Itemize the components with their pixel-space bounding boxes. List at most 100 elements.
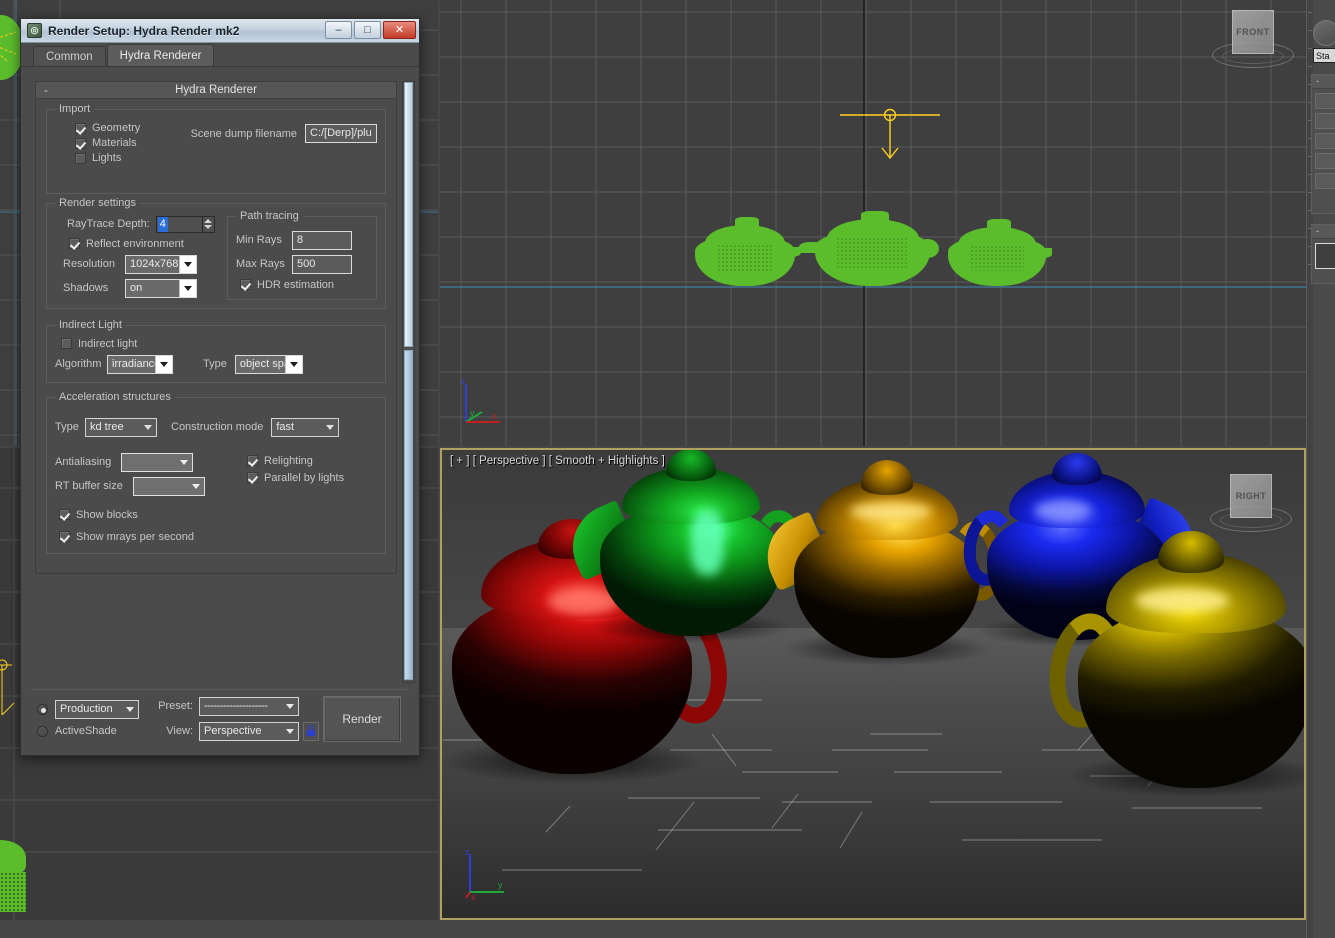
chevron-down-icon[interactable]	[175, 454, 192, 471]
olive-teapot[interactable]	[1078, 538, 1306, 788]
dialog-scrollbar[interactable]	[402, 81, 415, 683]
hdr-estimation-checkbox[interactable]: HDR estimation	[240, 279, 334, 291]
raytrace-depth-spinner[interactable]: 4	[156, 216, 215, 233]
scene-dump-filename-input[interactable]: C:/[Derp]/plu	[305, 124, 377, 143]
preset-value: --------------------	[200, 698, 281, 715]
chevron-down-icon[interactable]	[179, 256, 196, 273]
chevron-down-icon[interactable]	[121, 701, 138, 718]
rollout-row[interactable]	[1315, 133, 1335, 149]
acceleration-type-value: kd tree	[86, 419, 139, 436]
chevron-down-icon[interactable]	[179, 280, 196, 297]
rollout-row[interactable]	[1315, 113, 1335, 129]
materials-checkbox[interactable]: Materials	[75, 137, 137, 149]
chevron-down-icon[interactable]	[281, 723, 298, 740]
indirect-light-label: Indirect light	[78, 338, 137, 350]
teapot-highlight	[691, 510, 724, 575]
rollout-row[interactable]	[1315, 153, 1335, 169]
viewport-perspective[interactable]: [ + ] [ Perspective ] [ Smooth + Highlig…	[440, 448, 1306, 920]
geometry-checkbox[interactable]: Geometry	[75, 122, 140, 134]
dialog-tabs[interactable]: Common Hydra Renderer	[21, 43, 419, 67]
chevron-down-icon[interactable]	[285, 356, 302, 373]
max-rays-input[interactable]: 500	[292, 255, 352, 274]
orange-teapot[interactable]	[794, 468, 980, 658]
tab-hydra-renderer[interactable]: Hydra Renderer	[107, 44, 215, 66]
algorithm-dropdown[interactable]: irradiance	[107, 355, 173, 374]
chevron-down-icon[interactable]	[281, 698, 298, 715]
production-dropdown[interactable]: Production	[55, 700, 139, 719]
indirect-type-dropdown[interactable]: object spa	[235, 355, 303, 374]
rollout-header[interactable]: - Hydra Renderer	[36, 82, 396, 99]
wireframe-teapot-1[interactable]	[695, 218, 795, 286]
construction-mode-value: fast	[272, 419, 321, 436]
scrollbar-thumb[interactable]	[404, 82, 413, 347]
wireframe-teapot-2[interactable]	[815, 212, 930, 286]
wireframe-object-left-bottom-2[interactable]	[0, 872, 26, 912]
viewcube-face-label[interactable]: FRONT	[1232, 10, 1274, 54]
spinner-buttons[interactable]	[202, 216, 215, 233]
chevron-down-icon[interactable]	[155, 356, 172, 373]
render-setup-dialog[interactable]: ◎ Render Setup: Hydra Render mk2 – □ ✕ C…	[20, 18, 420, 756]
spinner-up-icon[interactable]	[204, 219, 212, 223]
tab-common[interactable]: Common	[33, 46, 106, 66]
maximize-button[interactable]: □	[354, 21, 381, 39]
command-panel-rollout-1[interactable]: -	[1311, 74, 1335, 214]
reflect-environment-checkbox[interactable]: Reflect environment	[69, 238, 184, 250]
antialiasing-dropdown[interactable]	[121, 453, 193, 472]
command-panel-rollout-2[interactable]: -	[1311, 224, 1335, 284]
green-teapot[interactable]	[600, 456, 782, 636]
shadows-dropdown[interactable]: on	[125, 279, 197, 298]
command-panel-round-button[interactable]	[1313, 20, 1335, 46]
rollout-row[interactable]	[1315, 93, 1335, 109]
chevron-down-icon[interactable]	[187, 478, 204, 495]
parallel-by-lights-checkbox[interactable]: Parallel by lights	[247, 472, 344, 484]
min-rays-input[interactable]: 8	[292, 231, 352, 250]
command-panel[interactable]: Sta - -	[1306, 0, 1335, 938]
rollout-row[interactable]	[1315, 173, 1335, 189]
spinner-down-icon[interactable]	[204, 225, 212, 229]
acceleration-type-dropdown[interactable]: kd tree	[85, 418, 157, 437]
chevron-down-icon[interactable]	[139, 419, 156, 436]
viewcube-front[interactable]: FRONT	[1210, 4, 1296, 74]
render-mode-radios[interactable]: Production ActiveShade	[37, 700, 139, 737]
close-button[interactable]: ✕	[383, 21, 416, 39]
dialog-titlebar[interactable]: ◎ Render Setup: Hydra Render mk2 – □ ✕	[21, 19, 419, 43]
viewcube-perspective[interactable]: RIGHT	[1208, 468, 1294, 538]
raytrace-depth-input[interactable]: 4	[156, 216, 202, 233]
checkbox-box	[75, 123, 86, 134]
checkbox-box	[247, 455, 258, 466]
production-radio[interactable]	[37, 704, 55, 715]
relighting-checkbox[interactable]: Relighting	[247, 455, 313, 467]
raytrace-depth-label: RayTrace Depth:	[67, 218, 150, 230]
direct-light-gizmo[interactable]	[830, 100, 950, 170]
command-panel-status-field[interactable]: Sta	[1313, 48, 1335, 63]
lights-checkbox[interactable]: Lights	[75, 152, 121, 164]
preset-dropdown[interactable]: --------------------	[199, 697, 299, 716]
wireframe-teapot-3[interactable]	[948, 220, 1046, 286]
rollout-collapse-icon[interactable]: -	[1312, 75, 1335, 89]
radio-dot	[37, 704, 48, 715]
raytrace-depth-value: 4	[158, 217, 168, 232]
viewcube-face-label[interactable]: RIGHT	[1230, 474, 1272, 518]
rollout-collapse-icon-2[interactable]: -	[1312, 225, 1335, 239]
rollout-row[interactable]	[1315, 243, 1335, 269]
view-dropdown[interactable]: Perspective	[199, 722, 299, 741]
render-button[interactable]: Render	[323, 696, 401, 742]
preset-view-controls[interactable]: Preset: -------------------- View: Persp…	[155, 697, 319, 741]
dialog-footer: Production ActiveShade	[31, 689, 409, 747]
viewport-front[interactable]: FRONT z y x	[440, 0, 1306, 446]
minimize-button[interactable]: –	[325, 21, 352, 39]
chevron-down-icon[interactable]	[321, 419, 338, 436]
rollout-body: Import Geometry Materials	[36, 99, 396, 573]
activeshade-radio[interactable]: ActiveShade	[37, 725, 117, 737]
resolution-dropdown[interactable]: 1024x768	[125, 255, 197, 274]
light-gizmo-left-top[interactable]	[0, 28, 22, 68]
scrollbar-track-lower[interactable]	[404, 350, 413, 680]
rt-buffer-size-dropdown[interactable]	[133, 477, 205, 496]
indirect-light-checkbox[interactable]: Indirect light	[61, 338, 137, 350]
rollout-collapse-icon[interactable]: -	[44, 84, 48, 96]
construction-mode-dropdown[interactable]: fast	[271, 418, 339, 437]
show-blocks-checkbox[interactable]: Show blocks	[59, 509, 138, 521]
lock-icon[interactable]	[303, 722, 319, 741]
show-mrays-checkbox[interactable]: Show mrays per second	[59, 531, 194, 543]
svg-text:z: z	[461, 376, 466, 386]
